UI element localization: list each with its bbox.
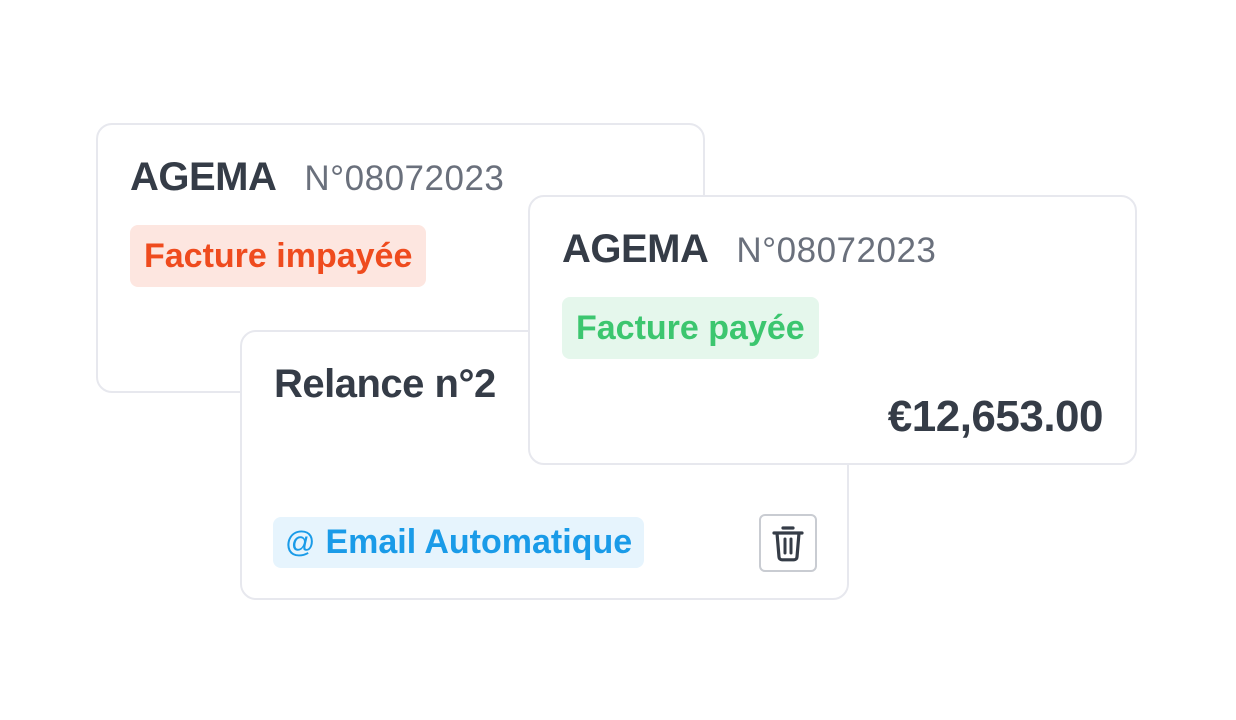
company-name: AGEMA [562,227,709,271]
reminder-title: Relance n°2 [274,362,496,406]
email-channel-label: Email Automatique [325,523,633,561]
trash-icon [772,526,804,562]
invoice-amount: €12,653.00 [887,392,1104,441]
invoice-cards-stage: AGEMA N°08072023 Facture impayée Relance… [0,0,1236,720]
invoice-number: N°08072023 [304,159,505,198]
company-name: AGEMA [130,155,277,199]
status-badge-unpaid: Facture impayée [130,225,427,287]
delete-reminder-button[interactable] [759,514,817,572]
invoice-header: AGEMA N°08072023 [562,227,936,272]
status-badge-paid: Facture payée [562,297,819,359]
paid-invoice-card[interactable]: AGEMA N°08072023 Facture payée €12,653.0… [528,195,1137,465]
at-icon: @ [285,525,316,559]
invoice-header: AGEMA N°08072023 [130,155,504,200]
invoice-number: N°08072023 [736,231,937,270]
email-channel-badge: @ Email Automatique [273,517,645,568]
